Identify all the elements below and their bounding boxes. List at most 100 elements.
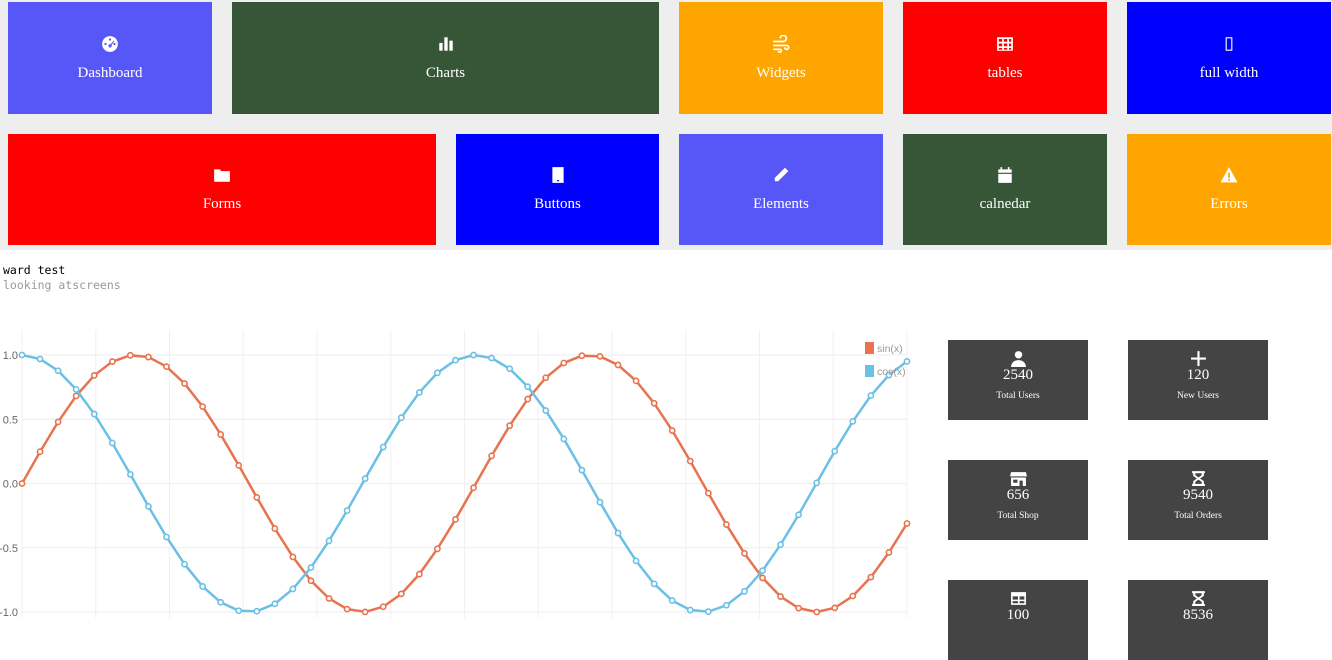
tile-widgets[interactable]: Widgets xyxy=(679,2,883,114)
warning-icon xyxy=(1220,166,1238,184)
y-tick-label: 1.0 xyxy=(3,350,18,362)
data-point xyxy=(596,498,604,506)
data-point xyxy=(885,549,893,556)
data-point xyxy=(54,367,62,375)
data-point xyxy=(253,607,261,615)
data-point xyxy=(90,371,98,379)
table-grid-icon xyxy=(996,35,1014,53)
data-point xyxy=(542,407,550,414)
folder-icon xyxy=(213,166,231,184)
data-point xyxy=(686,606,694,614)
data-point xyxy=(614,529,622,537)
data-point xyxy=(524,383,532,391)
stat-value: 656 xyxy=(1006,487,1030,503)
data-point xyxy=(434,545,441,553)
y-tick-label: -1.0 xyxy=(0,607,18,619)
table-icon xyxy=(1010,589,1027,607)
data-point xyxy=(307,564,315,571)
tile-calendar[interactable]: calnedar xyxy=(903,134,1107,245)
data-point xyxy=(361,608,369,616)
data-point xyxy=(18,480,26,487)
data-point xyxy=(181,560,188,568)
data-point xyxy=(470,351,477,359)
data-point xyxy=(181,380,188,387)
data-point xyxy=(108,358,116,365)
stat-card-total-users[interactable]: 2540 Total Users xyxy=(948,340,1088,420)
nav-tile-grid: Dashboard Charts Widgets tables full wid… xyxy=(0,0,1332,250)
data-point xyxy=(578,466,586,474)
data-point xyxy=(434,369,441,377)
data-point xyxy=(686,457,694,465)
legend-label: sin(x) xyxy=(877,343,903,355)
data-point xyxy=(632,557,640,565)
data-point xyxy=(831,604,839,612)
data-point xyxy=(650,580,658,588)
tile-charts[interactable]: Charts xyxy=(232,2,659,114)
data-point xyxy=(163,363,170,371)
data-point xyxy=(524,395,532,403)
data-point xyxy=(54,418,62,426)
data-point xyxy=(650,399,658,407)
tile-label: Elements xyxy=(753,196,809,212)
data-point xyxy=(235,607,243,615)
stat-label: New Users xyxy=(1177,391,1219,401)
data-point xyxy=(831,447,839,455)
data-point xyxy=(903,520,911,527)
data-point xyxy=(343,605,351,613)
data-point xyxy=(90,410,98,418)
note-block: ward test looking atscreens xyxy=(3,263,121,293)
data-point xyxy=(145,353,152,361)
stat-card-total-orders[interactable]: 9540 Total Orders xyxy=(1128,460,1268,540)
tile-errors[interactable]: Errors xyxy=(1127,134,1331,245)
data-point xyxy=(722,601,730,609)
data-point xyxy=(668,427,676,434)
tile-forms[interactable]: Forms xyxy=(8,134,436,245)
data-point xyxy=(235,461,243,469)
stat-card-total-shop[interactable]: 656 Total Shop xyxy=(948,460,1088,540)
tablet-icon xyxy=(549,166,567,184)
data-point xyxy=(325,595,333,602)
tile-label: Forms xyxy=(202,196,242,212)
data-point xyxy=(488,452,495,460)
data-point xyxy=(415,389,423,396)
tile-label: Buttons xyxy=(534,196,581,212)
data-point xyxy=(217,431,225,438)
tile-elements[interactable]: Elements xyxy=(679,134,883,245)
data-point xyxy=(578,352,586,360)
stat-value: 9540 xyxy=(1183,487,1213,503)
data-point xyxy=(361,475,369,483)
tile-full-width[interactable]: full width xyxy=(1127,2,1331,114)
tile-dashboard[interactable]: Dashboard xyxy=(8,2,212,114)
data-point xyxy=(452,516,459,523)
data-point xyxy=(777,593,784,600)
data-point xyxy=(668,597,676,604)
tile-buttons[interactable]: Buttons xyxy=(456,134,659,245)
legend-swatch xyxy=(865,342,874,354)
note-subtitle: looking atscreens xyxy=(3,278,121,292)
data-point xyxy=(506,365,514,373)
data-point xyxy=(397,414,405,422)
y-tick-label: 0.5 xyxy=(3,414,18,426)
legend-label: cos(x) xyxy=(877,366,906,378)
stat-label: Total Orders xyxy=(1174,511,1222,521)
tile-label: calnedar xyxy=(979,196,1031,212)
data-point xyxy=(36,448,44,456)
tile-tables[interactable]: tables xyxy=(903,2,1107,114)
stat-label: Total Shop xyxy=(997,511,1039,521)
y-tick-label: -0.5 xyxy=(0,543,18,555)
tile-label: Errors xyxy=(1210,196,1248,212)
note-title: ward test xyxy=(3,263,66,277)
data-point xyxy=(343,507,351,514)
stat-card-5[interactable]: 100 xyxy=(948,580,1088,660)
shop-icon xyxy=(1009,469,1027,487)
data-point xyxy=(452,356,459,364)
data-point xyxy=(704,608,712,616)
data-point xyxy=(741,550,748,557)
data-point xyxy=(632,377,640,385)
stat-card-6[interactable]: 8536 xyxy=(1128,580,1268,660)
line-chart: 1.0 0.5 0.0 -0.5 -1.0 sin(x) cos(x) xyxy=(0,330,911,619)
stat-card-new-users[interactable]: 120 New Users xyxy=(1128,340,1268,420)
data-point xyxy=(813,479,821,487)
stat-value: 120 xyxy=(1186,367,1210,383)
data-point xyxy=(145,503,152,510)
